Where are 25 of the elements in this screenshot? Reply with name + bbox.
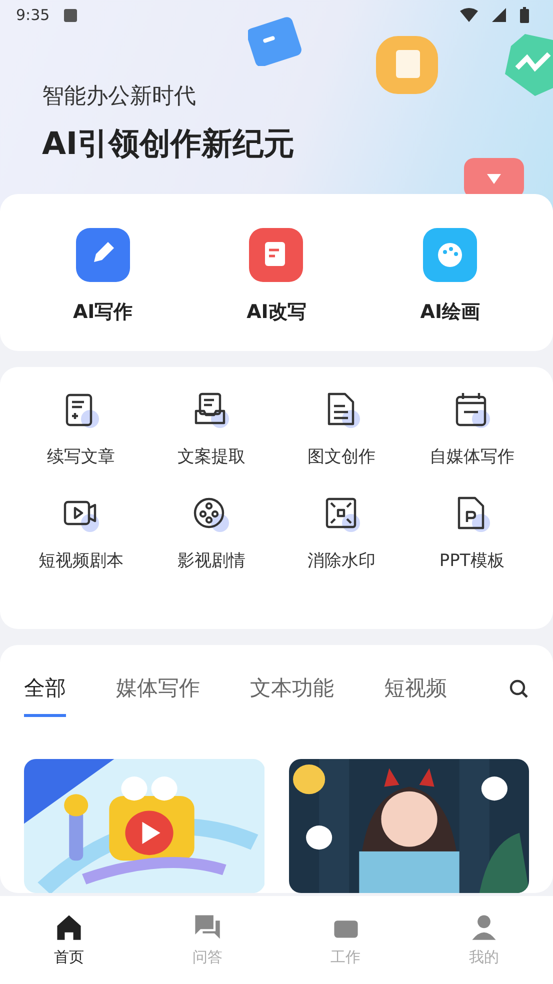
nav-tab[interactable]: 首页 <box>54 912 84 968</box>
chart-icon <box>505 34 553 96</box>
tool-button[interactable]: AI改写 <box>246 228 306 351</box>
tool-item[interactable]: 影视剧情 <box>146 494 276 574</box>
tool-item[interactable]: 文案提取 <box>146 391 276 470</box>
tool-item[interactable]: PPT模板 <box>406 494 537 574</box>
tool-item[interactable]: 续写文章 <box>16 391 146 470</box>
tool-button[interactable]: AI写作 <box>72 228 133 351</box>
banner-title: AI引领创作新纪元 <box>42 125 296 164</box>
search-icon[interactable] <box>509 679 529 699</box>
wifi-icon <box>460 8 478 22</box>
category-tab[interactable]: 全部 <box>24 673 66 716</box>
category-tab[interactable]: 文本功能 <box>250 673 334 716</box>
tool-item[interactable]: 自媒体写作 <box>406 391 537 470</box>
tool-item[interactable]: 图文创作 <box>276 391 407 470</box>
signal-icon <box>492 8 506 22</box>
category-tab[interactable]: 媒体写作 <box>116 673 200 716</box>
inbox-icon <box>192 391 230 429</box>
banner-subtitle: 智能办公新时代 <box>42 83 197 111</box>
battery-icon <box>520 7 529 23</box>
tool-item[interactable]: 消除水印 <box>276 494 407 574</box>
tool-item[interactable]: 短视频剧本 <box>16 494 146 574</box>
category-tab[interactable]: 短视频 <box>384 673 447 716</box>
tool-button[interactable]: AI绘画 <box>420 228 480 351</box>
clock: 9:35 <box>16 4 50 26</box>
